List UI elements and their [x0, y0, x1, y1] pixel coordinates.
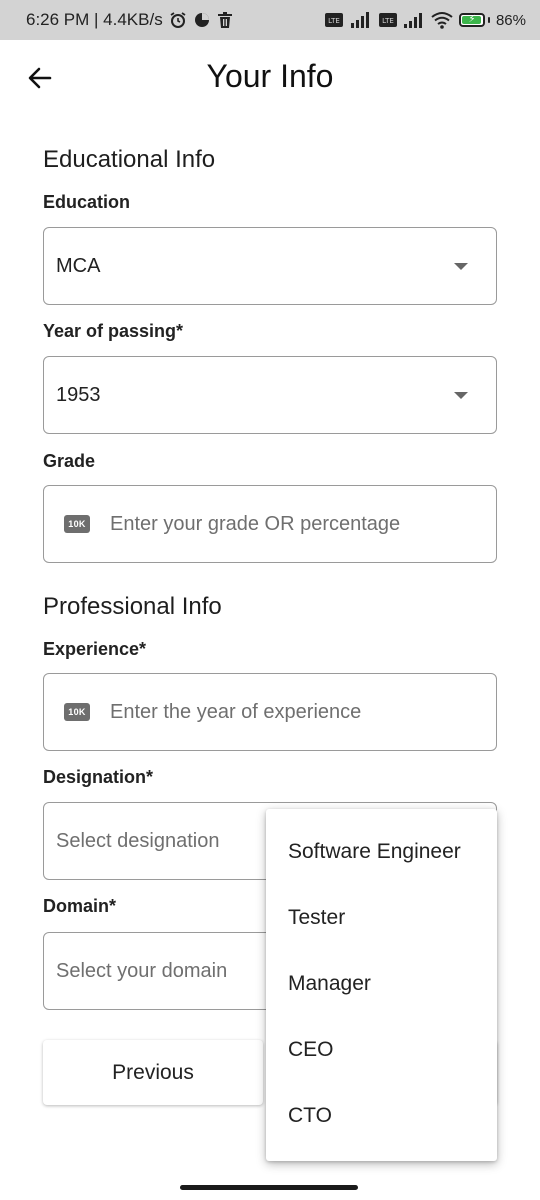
previous-button[interactable]: Previous	[43, 1040, 263, 1105]
professional-info-heading: Professional Info	[43, 593, 222, 620]
volte-icon: LTE	[324, 12, 343, 28]
home-indicator[interactable]	[180, 1185, 358, 1190]
grade-label: Grade	[43, 451, 96, 471]
battery-percent: 86%	[495, 11, 526, 29]
year-of-passing-value: 1953	[56, 383, 101, 406]
status-time-speed: 6:26 PM | 4.4KB/s	[26, 10, 163, 29]
education-label: Education	[43, 192, 131, 212]
experience-placeholder: Enter the year of experience	[110, 700, 362, 723]
signal-icon	[403, 11, 425, 29]
menu-item-tester[interactable]: Tester	[266, 885, 497, 951]
charging-bolt-icon: ⚡	[468, 14, 476, 25]
designation-dropdown-menu: Software Engineer Tester Manager CEO CTO	[266, 809, 497, 1161]
data-saver-icon	[193, 11, 211, 29]
grade-input[interactable]: 10K Enter your grade OR percentage	[43, 485, 497, 563]
experience-input[interactable]: 10K Enter the year of experience	[43, 673, 497, 751]
menu-item-manager[interactable]: Manager	[266, 951, 497, 1017]
dropdown-arrow-icon	[454, 262, 468, 270]
delete-icon	[217, 11, 233, 29]
battery-icon: ⚡	[458, 13, 490, 27]
menu-item-ceo[interactable]: CEO	[266, 1017, 497, 1083]
alarm-icon	[169, 11, 187, 29]
status-left: 6:26 PM | 4.4KB/s	[26, 10, 233, 30]
education-value: MCA	[56, 254, 101, 277]
volte-icon-2: LTE	[378, 12, 397, 28]
signal-4g-icon	[349, 11, 373, 29]
educational-info-heading: Educational Info	[43, 146, 216, 173]
menu-item-software-engineer[interactable]: Software Engineer	[266, 819, 497, 885]
domain-label: Domain*	[43, 896, 117, 916]
page-title: Your Info	[206, 58, 334, 94]
svg-text:LTE: LTE	[328, 17, 340, 25]
year-of-passing-dropdown[interactable]: 1953	[43, 356, 497, 434]
wifi-icon	[431, 11, 453, 29]
year-of-passing-label: Year of passing*	[43, 321, 184, 341]
battery-cap	[487, 17, 490, 23]
experience-label: Experience*	[43, 639, 147, 659]
ten-k-icon: 10K	[64, 515, 90, 533]
ten-k-icon: 10K	[64, 703, 90, 721]
dropdown-arrow-icon	[454, 391, 468, 399]
designation-label: Designation*	[43, 767, 154, 787]
battery-body: ⚡	[458, 13, 485, 27]
grade-placeholder: Enter your grade OR percentage	[110, 512, 401, 535]
status-right: LTE LTE ⚡ 86%	[324, 11, 526, 29]
education-dropdown[interactable]: MCA	[43, 227, 497, 305]
svg-text:LTE: LTE	[382, 17, 394, 25]
menu-item-cto[interactable]: CTO	[266, 1083, 497, 1149]
status-bar: 6:26 PM | 4.4KB/s LTE LTE ⚡ 86%	[0, 0, 540, 40]
